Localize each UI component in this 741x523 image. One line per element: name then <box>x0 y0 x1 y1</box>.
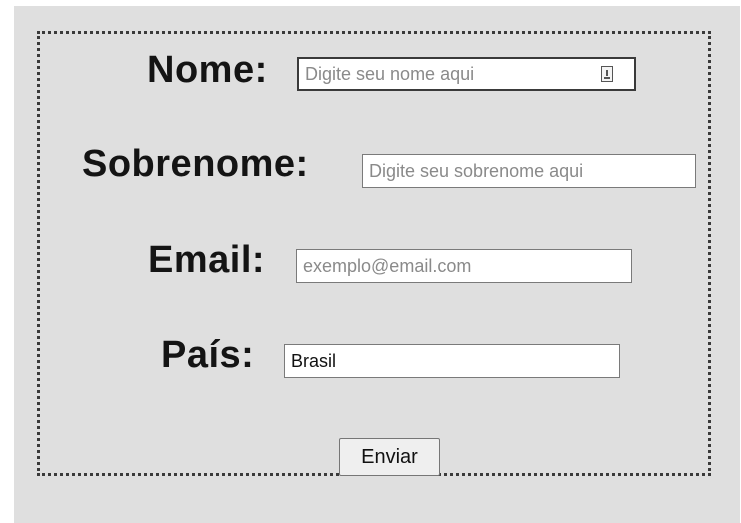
country-input[interactable] <box>284 344 620 378</box>
email-input[interactable] <box>296 249 632 283</box>
last-name-label: Sobrenome: <box>82 143 309 185</box>
country-label: País: <box>161 334 255 376</box>
first-name-input[interactable] <box>297 57 636 91</box>
email-label: Email: <box>148 239 266 281</box>
submit-button[interactable]: Enviar <box>339 438 440 476</box>
first-name-label: Nome: <box>147 49 268 91</box>
last-name-input[interactable] <box>362 154 696 188</box>
autofill-icon[interactable] <box>601 66 613 82</box>
